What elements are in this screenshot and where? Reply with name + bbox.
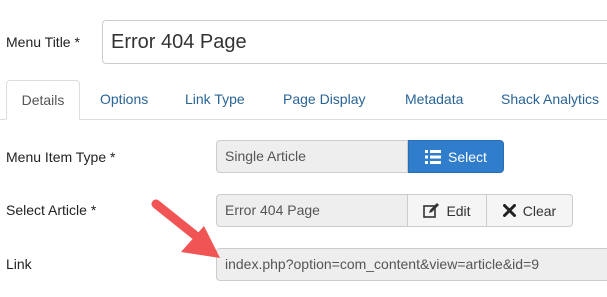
edit-article-button[interactable]: Edit	[407, 194, 487, 227]
link-field: index.php?option=com_content&view=articl…	[216, 248, 607, 281]
tab-options-label: Options	[100, 91, 149, 107]
select-type-button[interactable]: Select	[408, 140, 504, 173]
select-type-button-label: Select	[448, 148, 487, 165]
menu-title-label: Menu Title *	[6, 34, 80, 50]
edit-article-button-label: Edit	[446, 202, 471, 219]
tab-page-display[interactable]: Page Display	[271, 80, 378, 120]
tab-metadata[interactable]: Metadata	[393, 80, 475, 120]
edit-icon	[423, 203, 440, 218]
select-article-field: Error 404 Page	[216, 194, 408, 227]
menu-item-type-value: Single Article	[225, 148, 306, 164]
tab-details-label: Details	[21, 92, 65, 108]
tab-metadata-label: Metadata	[405, 91, 464, 107]
tab-link-type-label: Link Type	[185, 91, 245, 107]
clear-article-button[interactable]: Clear	[486, 194, 573, 227]
tab-page-display-label: Page Display	[283, 91, 366, 107]
link-value: index.php?option=com_content&view=articl…	[225, 256, 540, 272]
menu-title-input[interactable]: Error 404 Page	[102, 20, 607, 64]
clear-article-button-label: Clear	[522, 202, 557, 219]
select-article-value: Error 404 Page	[225, 202, 320, 218]
link-label: Link	[6, 256, 32, 272]
close-icon	[502, 204, 516, 217]
tab-options[interactable]: Options	[88, 80, 160, 120]
tab-link-type[interactable]: Link Type	[173, 80, 257, 120]
tab-shack-analytics-label: Shack Analytics	[501, 91, 600, 107]
arrow-pointer-icon	[151, 199, 220, 258]
select-article-label: Select Article *	[6, 202, 97, 218]
tab-shack-analytics[interactable]: Shack Analytics	[489, 80, 607, 120]
menu-item-type-label: Menu Item Type *	[6, 149, 116, 165]
menu-item-type-field: Single Article	[216, 140, 408, 173]
menu-item-edit-screen: Menu Title * Error 404 Page Details Opti…	[0, 0, 607, 297]
list-icon	[425, 149, 442, 164]
tab-details[interactable]: Details	[6, 80, 80, 120]
menu-title-value: Error 404 Page	[111, 31, 247, 53]
